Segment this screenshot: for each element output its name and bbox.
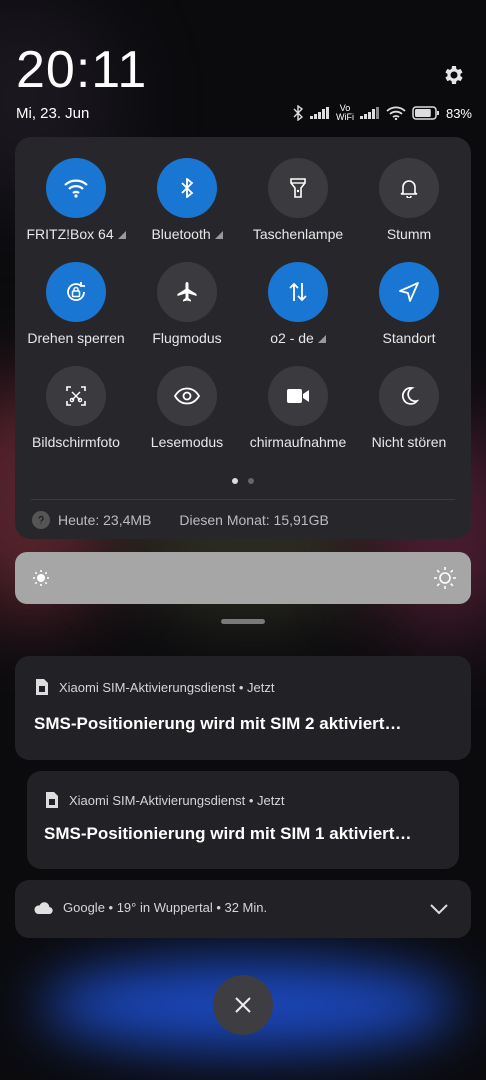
- wifi-icon: [46, 158, 106, 218]
- chevron-down-icon[interactable]: [429, 902, 449, 916]
- close-icon: [235, 997, 251, 1013]
- tile-label: Bildschirmfoto: [32, 434, 120, 450]
- gear-icon[interactable]: [442, 63, 466, 87]
- mobile-data-icon: [268, 262, 328, 322]
- screenshot-icon: [46, 366, 106, 426]
- notification-header: Xiaomi SIM-Aktivierungsdienst • Jetzt: [35, 678, 275, 696]
- tile-moon[interactable]: Nicht stören: [352, 366, 466, 450]
- divider: [31, 499, 455, 500]
- page-dot-2[interactable]: [248, 478, 254, 484]
- status-bar: Vo WiFi 83%: [292, 104, 472, 122]
- data-usage-icon: [32, 511, 50, 529]
- battery-percent: 83%: [445, 105, 472, 121]
- expand-arrow-icon: [314, 330, 326, 346]
- brightness-low-icon: [33, 570, 49, 586]
- moon-icon: [379, 366, 439, 426]
- usage-month: Diesen Monat: 15,91GB: [179, 512, 329, 528]
- tile-rotation-lock[interactable]: Drehen sperren: [19, 262, 133, 346]
- expand-arrow-icon: [211, 226, 223, 242]
- volte-badge: Vo WiFi: [335, 103, 354, 122]
- date: Mi, 23. Jun: [16, 105, 90, 122]
- clear-all-button[interactable]: [213, 975, 273, 1035]
- drag-handle[interactable]: [221, 619, 265, 624]
- tile-bluetooth[interactable]: Bluetooth: [130, 158, 244, 242]
- page-dot-1[interactable]: [232, 478, 238, 484]
- brightness-high-icon: [434, 567, 456, 589]
- notification-title: SMS-Positionierung wird mit SIM 1 aktivi…: [44, 824, 412, 843]
- notification-title: SMS-Positionierung wird mit SIM 2 aktivi…: [34, 714, 402, 733]
- bluetooth-status-icon: [293, 105, 304, 121]
- tile-location[interactable]: Standort: [352, 262, 466, 346]
- weather-text: Google • 19° in Wuppertal • 32 Min.: [63, 900, 268, 915]
- tile-mobile-data[interactable]: o2 - de: [241, 262, 355, 346]
- sim-card-icon: [46, 792, 58, 808]
- eye-icon: [157, 366, 217, 426]
- tile-airplane[interactable]: Flugmodus: [130, 262, 244, 346]
- tile-eye[interactable]: Lesemodus: [130, 366, 244, 450]
- battery-icon: [412, 106, 439, 120]
- tile-label: Stumm: [386, 226, 432, 242]
- signal-icon: [309, 107, 329, 119]
- tile-label: Nicht stören: [371, 434, 447, 450]
- notification-header: Xiaomi SIM-Aktivierungsdienst • Jetzt: [45, 791, 285, 809]
- tile-label: Bluetooth: [130, 226, 244, 242]
- bluetooth-icon: [157, 158, 217, 218]
- wifi-status-icon: [386, 106, 406, 120]
- tile-label: Standort: [382, 330, 436, 346]
- notification-card[interactable]: Xiaomi SIM-Aktivierungsdienst • Jetzt SM…: [15, 656, 471, 760]
- tile-label: Lesemodus: [150, 434, 224, 450]
- page-indicator: [15, 478, 471, 484]
- usage-today: Heute: 23,4MB: [58, 512, 152, 528]
- sim-card-icon: [36, 679, 48, 695]
- tile-screenshot[interactable]: Bildschirmfoto: [19, 366, 133, 450]
- cloud-icon: [34, 901, 53, 914]
- weather-header: Google • 19° in Wuppertal • 32 Min.: [33, 900, 267, 915]
- tile-label: o2 - de: [241, 330, 355, 346]
- bell-icon: [379, 158, 439, 218]
- tile-label: FRITZ!Box 64: [19, 226, 133, 242]
- tile-flashlight[interactable]: Taschenlampe: [241, 158, 355, 242]
- tile-label: Drehen sperren: [27, 330, 125, 346]
- clock: 20:11: [16, 41, 148, 99]
- expand-arrow-icon: [114, 226, 126, 242]
- tile-label: Taschenlampe: [252, 226, 344, 242]
- tile-wifi[interactable]: FRITZ!Box 64: [19, 158, 133, 242]
- airplane-icon: [157, 262, 217, 322]
- video-camera-icon: [268, 366, 328, 426]
- rotation-lock-icon: [46, 262, 106, 322]
- brightness-slider[interactable]: [15, 552, 471, 604]
- signal-2-icon: [359, 107, 379, 119]
- weather-notification[interactable]: Google • 19° in Wuppertal • 32 Min.: [15, 880, 471, 938]
- data-usage[interactable]: Heute: 23,4MB Diesen Monat: 15,91GB: [32, 511, 329, 529]
- flashlight-icon: [268, 158, 328, 218]
- tile-video-camera[interactable]: chirmaufnahme: [241, 366, 355, 450]
- tile-bell[interactable]: Stumm: [352, 158, 466, 242]
- tile-label: chirmaufnahme: [249, 434, 347, 450]
- tile-label: Flugmodus: [152, 330, 222, 346]
- location-icon: [379, 262, 439, 322]
- notification-card[interactable]: Xiaomi SIM-Aktivierungsdienst • Jetzt SM…: [27, 771, 459, 869]
- quick-settings-panel: FRITZ!Box 64 Bluetooth Taschenlampe Stumm…: [15, 137, 471, 539]
